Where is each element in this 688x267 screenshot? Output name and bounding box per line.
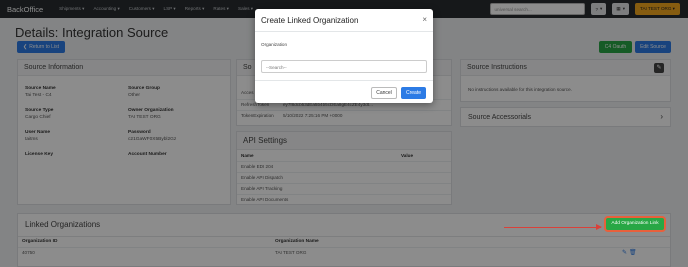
organization-label: Organization	[261, 42, 288, 47]
add-organization-link-button[interactable]: Add Organization Link	[606, 218, 664, 230]
organization-search-select[interactable]: --Search--	[261, 60, 427, 73]
close-icon[interactable]: ×	[422, 15, 427, 24]
cancel-button[interactable]: Cancel	[371, 87, 397, 99]
modal-title: Create Linked Organization	[255, 9, 433, 32]
modal-footer: Cancel Create	[255, 80, 433, 103]
create-button[interactable]: Create	[401, 87, 426, 99]
create-linked-organization-modal: Create Linked Organization × Organizatio…	[255, 9, 433, 103]
annotation-arrow-line	[504, 227, 601, 228]
annotation-arrowhead	[596, 224, 602, 230]
